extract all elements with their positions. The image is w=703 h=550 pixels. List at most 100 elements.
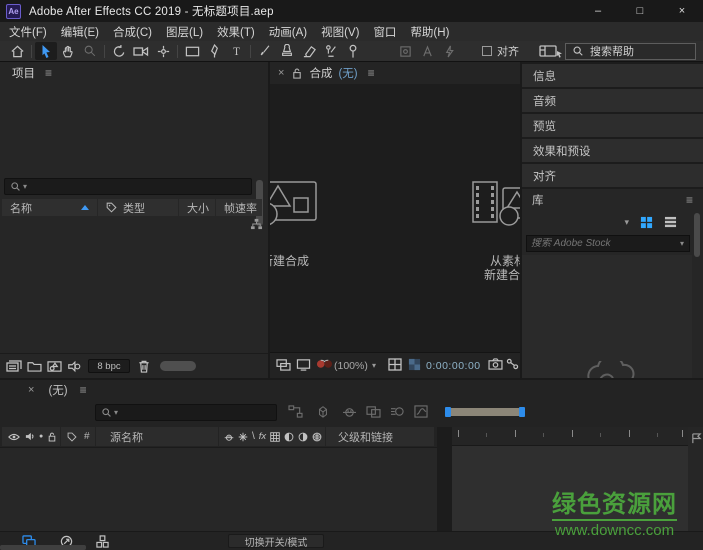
panel-info[interactable]: 信息 [522,64,703,87]
menu-view[interactable]: 视图(V) [314,24,366,40]
audio-speaker-icon[interactable] [25,432,34,441]
new-composition-icon[interactable] [44,358,64,374]
parent-link-header[interactable]: 父级和链接 [326,427,434,446]
frame-blend-switch-icon[interactable] [270,432,280,442]
timeline-search-field[interactable]: ▾ [95,404,277,421]
time-navigator[interactable] [445,406,525,418]
composition-tab[interactable]: 合成 [309,65,332,81]
library-search-dropdown-icon[interactable]: ▾ [680,239,689,248]
source-name-header[interactable]: 源名称 [96,427,218,446]
panel-audio[interactable]: 音频 [522,89,703,112]
rotation-tool-icon[interactable] [108,42,130,60]
menu-composition[interactable]: 合成(C) [106,24,159,40]
transparency-grid-icon[interactable] [408,358,421,371]
pan-behind-tool-icon[interactable] [152,42,174,60]
brush-tool-icon[interactable] [254,42,276,60]
menu-animation[interactable]: 动画(A) [262,24,314,40]
magnification-dropdown-icon[interactable]: ▾ [372,361,376,370]
search-dropdown-icon[interactable]: ▾ [23,182,27,191]
effects-switch-icon[interactable]: fx [259,431,266,442]
show-snapshot-icon[interactable] [296,358,311,371]
selection-tool-icon[interactable] [35,42,57,60]
color-depth-button[interactable]: 8 bpc [88,359,130,373]
libraries-tab[interactable]: 库 [532,192,544,208]
solo-icon[interactable]: ● [39,433,43,440]
3d-layer-switch-icon[interactable] [312,432,322,442]
time-navigator-track[interactable] [449,408,521,416]
lock-icon[interactable] [292,68,302,79]
label-tag-icon[interactable] [67,432,77,442]
panel-menu-icon[interactable]: ≡ [686,193,693,207]
adjustment-layer-switch-icon[interactable] [298,432,308,442]
snap-checkbox[interactable] [482,46,492,56]
motion-blur-icon[interactable] [390,405,405,418]
roto-brush-tool-icon[interactable] [320,42,342,60]
hand-tool-icon[interactable] [57,42,79,60]
mini-flowchart-icon[interactable] [288,405,303,418]
hide-shy-layers-icon[interactable] [342,405,357,418]
take-snapshot-icon[interactable] [488,358,503,370]
column-type[interactable]: 类型 [98,199,178,216]
camera-tool-icon[interactable] [130,42,152,60]
search-dropdown-icon[interactable]: ▾ [114,408,118,417]
new-composition-button[interactable]: 新建合成 [270,178,360,268]
project-flowchart-icon[interactable] [250,218,263,230]
interpret-footage-icon[interactable] [4,358,24,374]
project-search-field[interactable]: ▾ [4,178,252,195]
timeline-layer-area[interactable] [0,447,437,531]
panel-menu-icon[interactable]: ≡ [80,383,87,397]
layer-area-horizontal-scrollbar[interactable] [0,545,86,550]
menu-edit[interactable]: 编辑(E) [54,24,106,40]
menu-layer[interactable]: 图层(L) [159,24,210,40]
delete-trash-icon[interactable] [134,358,154,374]
library-dropdown-icon[interactable]: ▾ [624,217,629,228]
time-navigator-end-handle[interactable] [519,407,525,417]
timeline-tab[interactable]: (无) [48,382,67,398]
shy-switch-icon[interactable] [224,432,234,442]
libraries-vertical-scrollbar[interactable] [694,213,700,257]
video-eye-icon[interactable] [8,433,20,441]
workspace-switcher-icon[interactable] [537,42,565,60]
panel-preview[interactable]: 预览 [522,114,703,137]
timecode-display[interactable]: 0:00:00:00 [426,360,481,372]
minimize-button[interactable]: – [577,0,619,22]
show-channels-icon[interactable] [316,358,333,370]
zoom-tool-icon[interactable] [79,42,101,60]
close-panel-icon[interactable]: × [278,67,284,79]
motion-blur-switch-icon[interactable] [284,432,294,442]
grid-view-icon[interactable] [640,216,653,229]
menu-window[interactable]: 窗口 [366,24,403,40]
maximize-button[interactable]: □ [619,0,661,22]
close-panel-icon[interactable]: × [28,384,34,396]
graph-editor-icon[interactable] [414,405,428,418]
menu-effect[interactable]: 效果(T) [210,24,262,40]
timeline-splitter[interactable] [437,427,452,531]
panel-align[interactable]: 对齐 [522,164,703,187]
renderer-settings-icon[interactable] [64,358,84,374]
comp-marker-bin-icon[interactable] [691,433,702,444]
frame-blending-icon[interactable] [366,405,381,418]
magnification-level[interactable]: (100%) [334,360,368,372]
always-preview-icon[interactable] [276,358,291,371]
time-ruler[interactable] [452,427,688,446]
quality-switch-icon[interactable]: \ [252,431,255,442]
library-search-input[interactable] [527,238,680,249]
menu-help[interactable]: 帮助(H) [403,24,456,40]
lock-icon[interactable] [48,432,56,442]
toggle-switches-modes-button[interactable]: 切换开关/模式 [228,534,324,548]
grid-guides-icon[interactable] [388,358,402,371]
new-composition-from-footage-button[interactable]: 从素材 新建合成 [433,178,520,282]
new-folder-icon[interactable] [24,358,44,374]
column-name[interactable]: 名称 [2,199,97,216]
text-tool-icon[interactable]: T [225,42,247,60]
close-button[interactable]: × [661,0,703,22]
pen-tool-icon[interactable] [203,42,225,60]
shape-tool-icon[interactable] [181,42,203,60]
list-view-icon[interactable] [664,216,677,228]
project-horizontal-scrollbar[interactable] [160,361,196,371]
collapse-transformations-icon[interactable] [238,432,248,442]
home-icon[interactable] [6,42,28,60]
time-navigator-start-handle[interactable] [445,407,451,417]
draft-3d-icon[interactable] [316,405,330,418]
panel-effects-presets[interactable]: 效果和预设 [522,139,703,162]
